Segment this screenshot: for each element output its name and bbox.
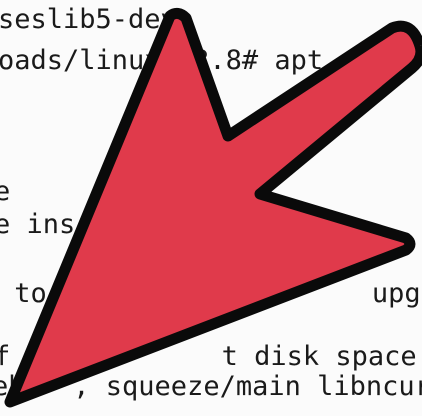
- pointer-arrow-icon: [4, 7, 422, 408]
- terminal-screenshot: seslib5-dev oads/linux 3.8# apt e e ins …: [0, 0, 422, 416]
- arrow-shape: [4, 7, 422, 408]
